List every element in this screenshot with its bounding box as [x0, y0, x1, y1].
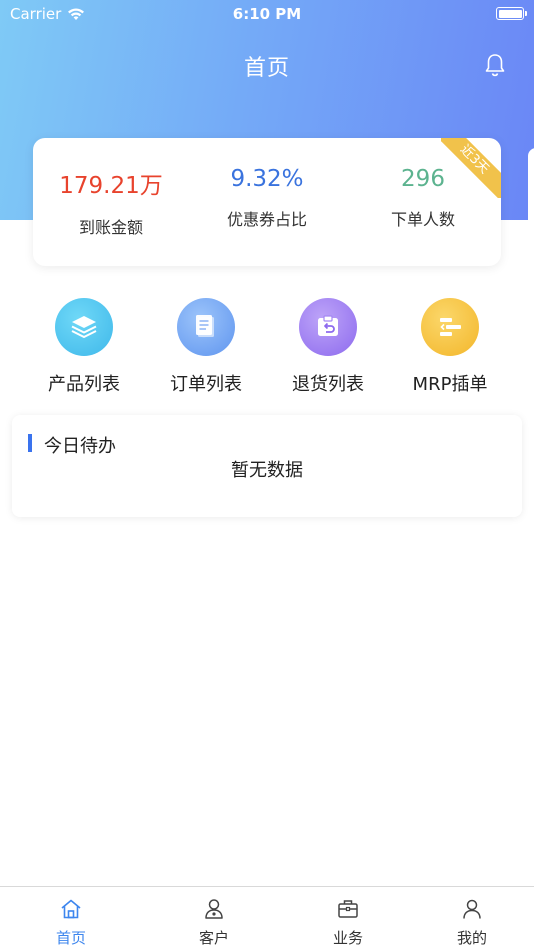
status-bar: Carrier 6:10 PM [0, 0, 534, 28]
action-product-list[interactable]: 产品列表 [24, 298, 144, 396]
layers-icon [55, 298, 113, 356]
todo-empty-state: 暂无数据 [231, 460, 303, 481]
stat-label: 下单人数 [390, 210, 455, 229]
period-badge: 近3天 [441, 138, 501, 198]
stat-label: 到账金额 [78, 218, 143, 237]
action-label: 产品列表 [48, 374, 120, 395]
section-marker [28, 434, 32, 452]
battery-icon [496, 7, 527, 20]
tab-label: 业务 [332, 929, 363, 947]
stat-value: 9.32% [230, 166, 304, 192]
bell-icon[interactable] [484, 53, 506, 77]
stats-card[interactable]: 179.21万 到账金额 9.32% 优惠券占比 296 下单人数 近3天 [33, 138, 501, 266]
profile-icon [463, 899, 481, 919]
action-order-list[interactable]: 订单列表 [146, 298, 266, 396]
document-icon [177, 298, 235, 356]
briefcase-icon [338, 900, 358, 918]
next-card-peek [528, 148, 534, 258]
action-label: 订单列表 [170, 374, 242, 395]
action-mrp-insert[interactable]: MRP插单 [390, 298, 510, 396]
tab-home[interactable]: 首页 [31, 897, 111, 948]
action-label: 退货列表 [292, 374, 364, 395]
home-icon [61, 899, 81, 919]
tab-bar: 首页 客户 业务 我的 [0, 886, 534, 950]
tab-profile[interactable]: 我的 [432, 897, 512, 948]
return-box-icon [299, 298, 357, 356]
todo-title: 今日待办 [44, 436, 116, 457]
customer-icon [205, 899, 223, 919]
period-badge-label: 近3天 [441, 138, 501, 198]
action-return-list[interactable]: 退货列表 [268, 298, 388, 396]
stat-value: 179.21万 [59, 173, 163, 199]
todo-card: 今日待办 暂无数据 [12, 415, 522, 517]
page-title: 首页 [243, 56, 290, 81]
home-screen: Carrier 6:10 PM 首页 179.21万 到账金额 9.32% 优惠… [0, 0, 534, 950]
status-time: 6:10 PM [232, 5, 302, 23]
tab-label: 首页 [55, 929, 86, 947]
gantt-icon [421, 298, 479, 356]
tab-business[interactable]: 业务 [308, 897, 388, 948]
action-label: MRP插单 [412, 374, 488, 395]
tab-label: 客户 [198, 929, 229, 947]
tab-label: 我的 [456, 929, 487, 947]
tab-customer[interactable]: 客户 [174, 897, 254, 948]
stat-coupon-ratio[interactable]: 9.32% 优惠券占比 [189, 166, 345, 230]
stat-amount[interactable]: 179.21万 到账金额 [33, 166, 189, 238]
stat-label: 优惠券占比 [226, 210, 307, 229]
